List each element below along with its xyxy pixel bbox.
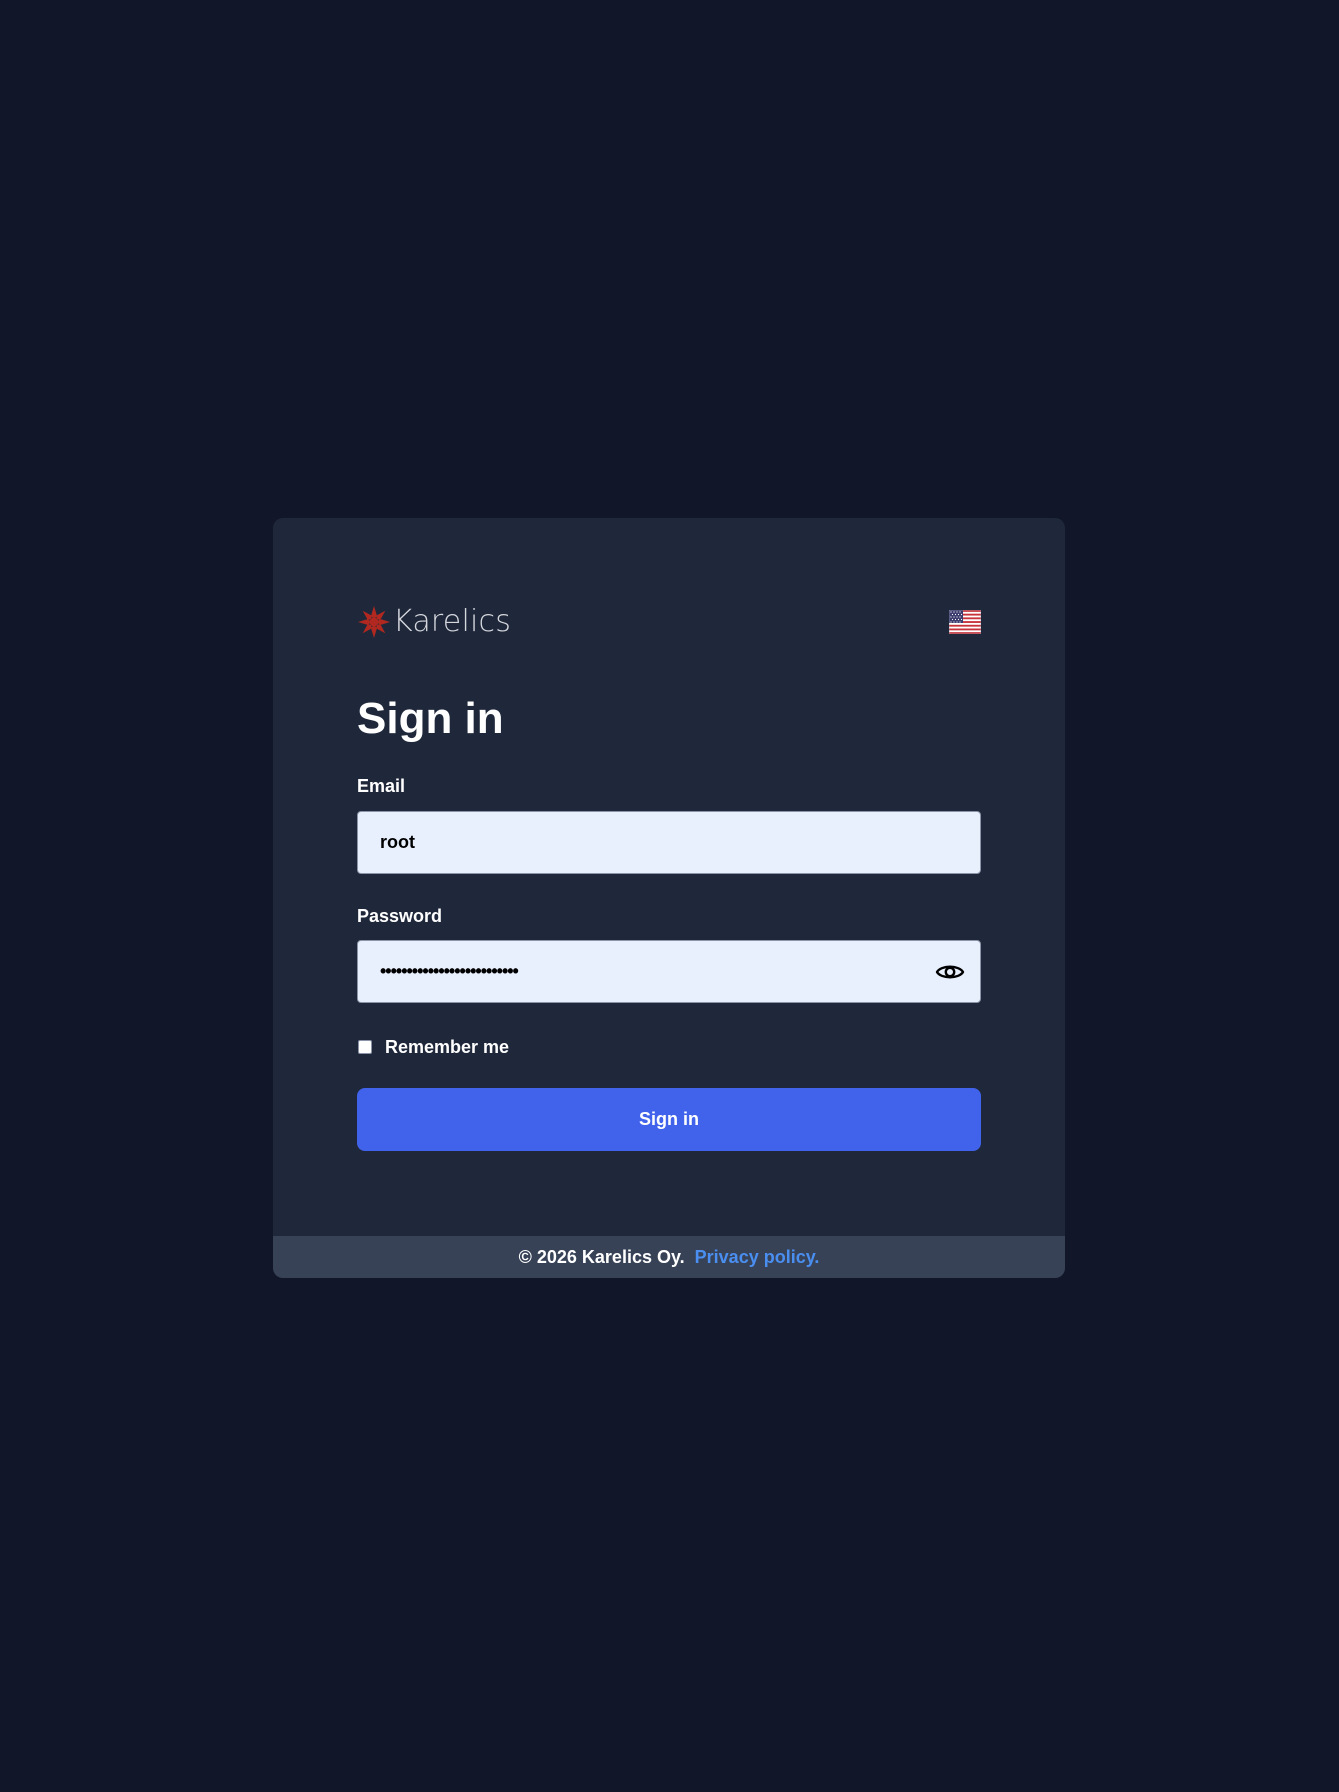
email-field-wrapper [357, 811, 981, 874]
karelics-star-icon [358, 606, 390, 638]
us-flag-icon[interactable] [949, 610, 981, 634]
remember-me-checkbox[interactable] [358, 1040, 372, 1054]
sign-in-button[interactable]: Sign in [357, 1088, 981, 1151]
password-field[interactable] [357, 940, 981, 1003]
email-label: Email [357, 776, 406, 796]
copyright-text: © 2026 Karelics Oy. [518, 1246, 685, 1267]
brand-name: Karelics [393, 604, 512, 639]
email-field[interactable] [357, 811, 981, 874]
password-label: Password [357, 906, 443, 926]
remember-me-row: Remember me [357, 1035, 509, 1059]
brand-row: Karelics [357, 604, 981, 640]
privacy-policy-link[interactable]: Privacy policy. [695, 1247, 820, 1268]
logo: Karelics [357, 604, 511, 640]
card-footer: © 2026 Karelics Oy. Privacy policy. [273, 1236, 1065, 1278]
remember-me-label[interactable]: Remember me [385, 1037, 509, 1058]
eye-icon[interactable] [935, 957, 965, 987]
sign-in-card: Karelics Sign in Email root Password •••… [273, 518, 1065, 1278]
password-field-wrapper [357, 940, 981, 1003]
page-title: Sign in [357, 694, 504, 743]
